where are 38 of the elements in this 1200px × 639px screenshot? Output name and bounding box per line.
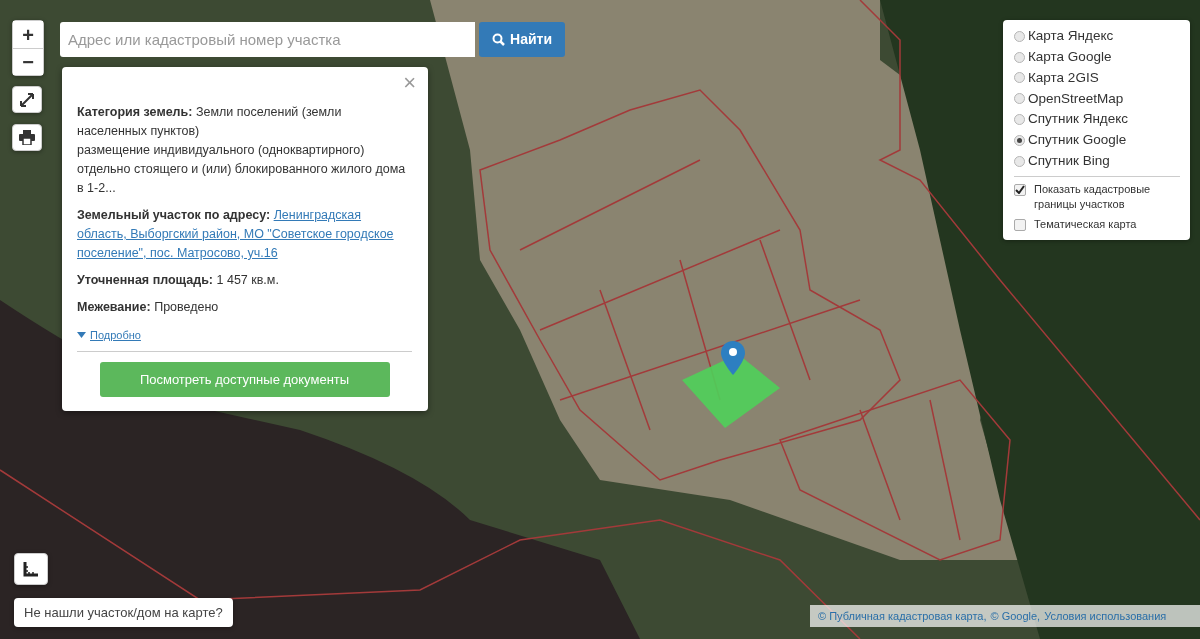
info-text: Межевание: Проведено [77, 299, 220, 316]
layer-option[interactable]: Карта Яндекс [1014, 26, 1180, 47]
not-found-button[interactable]: Не нашли участок/дом на карте? [14, 598, 233, 627]
measure-button[interactable] [14, 553, 48, 585]
radio-button[interactable] [1014, 72, 1025, 84]
layer-option[interactable]: Карта 2GIS [1014, 67, 1180, 89]
layer-option[interactable]: Спутник Bing [1014, 150, 1180, 172]
category-text: размещение индивидуального (одноквартирного) отдельно стоящего и (или) блокированного жилого дома в 1-2... [77, 142, 407, 197]
ruler-icon [23, 561, 39, 577]
search-button[interactable]: Найти [479, 22, 565, 57]
layer-option[interactable]: Спутник Google [1014, 130, 1180, 151]
checkbox-label: Показать кадастровые границы участков [1034, 181, 1152, 212]
zoom-in-button[interactable]: + [13, 21, 43, 48]
zoom-out-button[interactable]: − [13, 48, 43, 75]
print-icon [19, 130, 35, 145]
radio-button[interactable] [1014, 114, 1025, 126]
caret-icon [77, 332, 86, 338]
checkbox-label: Тематическая карта [1034, 216, 1137, 232]
category-text: Категория земель: Земли поселений (земли населенных пунктов) [77, 104, 343, 140]
location-pin-icon [721, 341, 745, 375]
radio-button[interactable] [1014, 30, 1025, 42]
layer-option[interactable]: Спутник Яндекс [1014, 109, 1180, 130]
radio-button[interactable] [1014, 155, 1025, 167]
radio-button[interactable] [1014, 93, 1025, 105]
info-text: Уточненная площадь: 1 457 кв.м. [77, 272, 280, 289]
layer-option[interactable]: OpenStreetMap [1014, 88, 1180, 110]
search-field[interactable]: Адрес или кадастровый номер участка [60, 22, 475, 57]
details-link[interactable]: Подробно [77, 326, 141, 344]
radio-button[interactable] [1014, 51, 1025, 63]
radio-button[interactable] [1014, 134, 1025, 146]
expand-icon [20, 92, 34, 107]
checkbox[interactable] [1014, 218, 1026, 231]
print-button[interactable] [12, 124, 42, 151]
checkbox[interactable] [1014, 183, 1026, 196]
address-text: Земельный участок по адресу: Ленинградская область, Выборгский район, МО "Советское городское поселение", пос. Матросово, уч.16 [77, 207, 395, 262]
layer-option[interactable]: Карта Google [1014, 46, 1180, 68]
search-icon [492, 33, 505, 46]
fullscreen-button[interactable] [12, 86, 42, 113]
